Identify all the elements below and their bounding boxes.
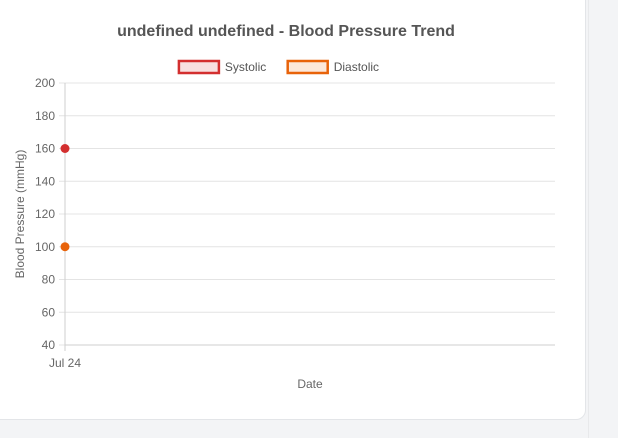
data-point[interactable] xyxy=(60,144,70,153)
y-axis-ticks: 40 60 80 100 120 140 160 180 200 xyxy=(35,76,55,352)
chart-title: undefined undefined - Blood Pressure Tre… xyxy=(117,23,455,40)
y-tick-label: 40 xyxy=(42,338,56,352)
legend-label: Systolic xyxy=(225,60,266,74)
y-tick-label: 140 xyxy=(35,174,55,188)
legend-label: Diastolic xyxy=(334,60,379,74)
y-axis-label: Blood Pressure (mmHg) xyxy=(13,150,27,279)
blood-pressure-chart: undefined undefined - Blood Pressure Tre… xyxy=(13,23,555,391)
legend-item[interactable]: Diastolic xyxy=(286,59,379,75)
y-tick-label: 200 xyxy=(35,76,55,90)
y-gridlines xyxy=(59,82,555,346)
data-point[interactable] xyxy=(60,242,70,252)
y-tick-label: 180 xyxy=(35,109,55,123)
chart-legend: Systolic Diastolic xyxy=(177,59,379,75)
y-tick-label: 160 xyxy=(35,142,55,156)
x-tick-label: Jul 24 xyxy=(49,356,81,370)
legend-item[interactable]: Systolic xyxy=(177,59,266,75)
y-tick-label: 80 xyxy=(42,273,56,287)
legend-swatch xyxy=(177,59,221,75)
y-tick-label: 100 xyxy=(35,240,55,254)
y-tick-label: 60 xyxy=(42,305,56,319)
x-axis-label: Date xyxy=(297,377,323,391)
y-tick-label: 120 xyxy=(35,207,55,221)
legend-swatch xyxy=(286,59,329,75)
